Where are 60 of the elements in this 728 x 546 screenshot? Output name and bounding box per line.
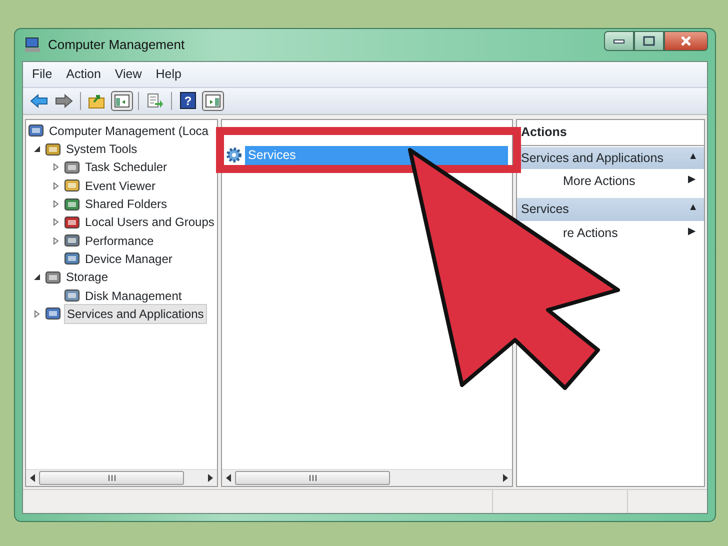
window-title: Computer Management [48, 36, 185, 54]
node-icon [64, 160, 80, 175]
tree-item[interactable]: Storage [64, 268, 110, 286]
action-pane-icon[interactable] [202, 90, 224, 111]
action-link[interactable]: re Actions [563, 224, 618, 242]
node-icon [64, 196, 80, 212]
scroll-thumb[interactable] [235, 471, 390, 485]
node-icon [64, 233, 80, 248]
close-icon [680, 36, 692, 46]
gear-icon [226, 147, 242, 164]
tree-item[interactable]: Disk Management [83, 286, 184, 305]
scroll-right-icon[interactable] [503, 474, 508, 482]
collapse-toggle[interactable]: ▲ [688, 200, 698, 219]
expand-icon[interactable] [51, 198, 61, 210]
node-icon [64, 214, 80, 230]
minimize-button[interactable] [604, 31, 634, 51]
computer-icon [24, 37, 42, 53]
node-icon [45, 306, 61, 322]
menu-item[interactable]: View [110, 64, 147, 85]
section-title: Services and Applications [521, 150, 664, 167]
tree-item[interactable]: Performance [83, 232, 156, 250]
tree-item[interactable]: Device Manager [83, 250, 174, 268]
minimize-icon [613, 38, 625, 44]
expand-icon[interactable] [51, 161, 61, 174]
node-icon [64, 251, 80, 266]
action-section-header[interactable]: Services ▲ [517, 198, 704, 221]
node-icon [64, 288, 80, 304]
console-tree-icon[interactable] [111, 90, 133, 111]
node-icon [64, 178, 80, 194]
maximize-icon [643, 36, 655, 46]
tree-item[interactable]: Task Scheduler [83, 158, 170, 176]
tree-item[interactable]: Event Viewer [83, 176, 158, 195]
close-button[interactable] [664, 31, 708, 51]
section-title: Services [521, 201, 569, 218]
scroll-right-icon[interactable] [208, 474, 213, 482]
menu-item[interactable]: Action [61, 64, 106, 85]
node-icon [45, 142, 61, 157]
expand-icon[interactable] [51, 180, 61, 192]
node-icon [28, 123, 44, 138]
menu-item[interactable]: Help [150, 64, 186, 85]
submenu-arrow: ▶ [688, 173, 696, 188]
tree-item[interactable]: Services and Applications [64, 304, 207, 324]
scroll-thumb[interactable] [39, 471, 184, 485]
scroll-left-icon[interactable] [30, 474, 35, 482]
tree-item[interactable]: Shared Folders [83, 195, 170, 214]
actions-heading: Actions [517, 120, 704, 146]
menu-item[interactable]: File [27, 64, 58, 85]
scroll-left-icon[interactable] [226, 474, 231, 482]
expand-icon[interactable] [51, 234, 61, 247]
collapse-toggle[interactable]: ▲ [688, 148, 698, 168]
tree-item[interactable]: Local Users and Groups [83, 213, 216, 232]
submenu-arrow: ▶ [688, 224, 696, 239]
maximize-button[interactable] [634, 31, 664, 51]
expand-icon[interactable] [51, 216, 61, 228]
help-button[interactable]: ? [180, 92, 196, 110]
expand-icon[interactable] [32, 308, 42, 320]
node-icon [45, 270, 61, 285]
tree-item[interactable]: Computer Management (Loca [47, 122, 210, 140]
action-link[interactable]: More Actions [563, 172, 636, 191]
tree-item[interactable]: System Tools [64, 140, 140, 158]
